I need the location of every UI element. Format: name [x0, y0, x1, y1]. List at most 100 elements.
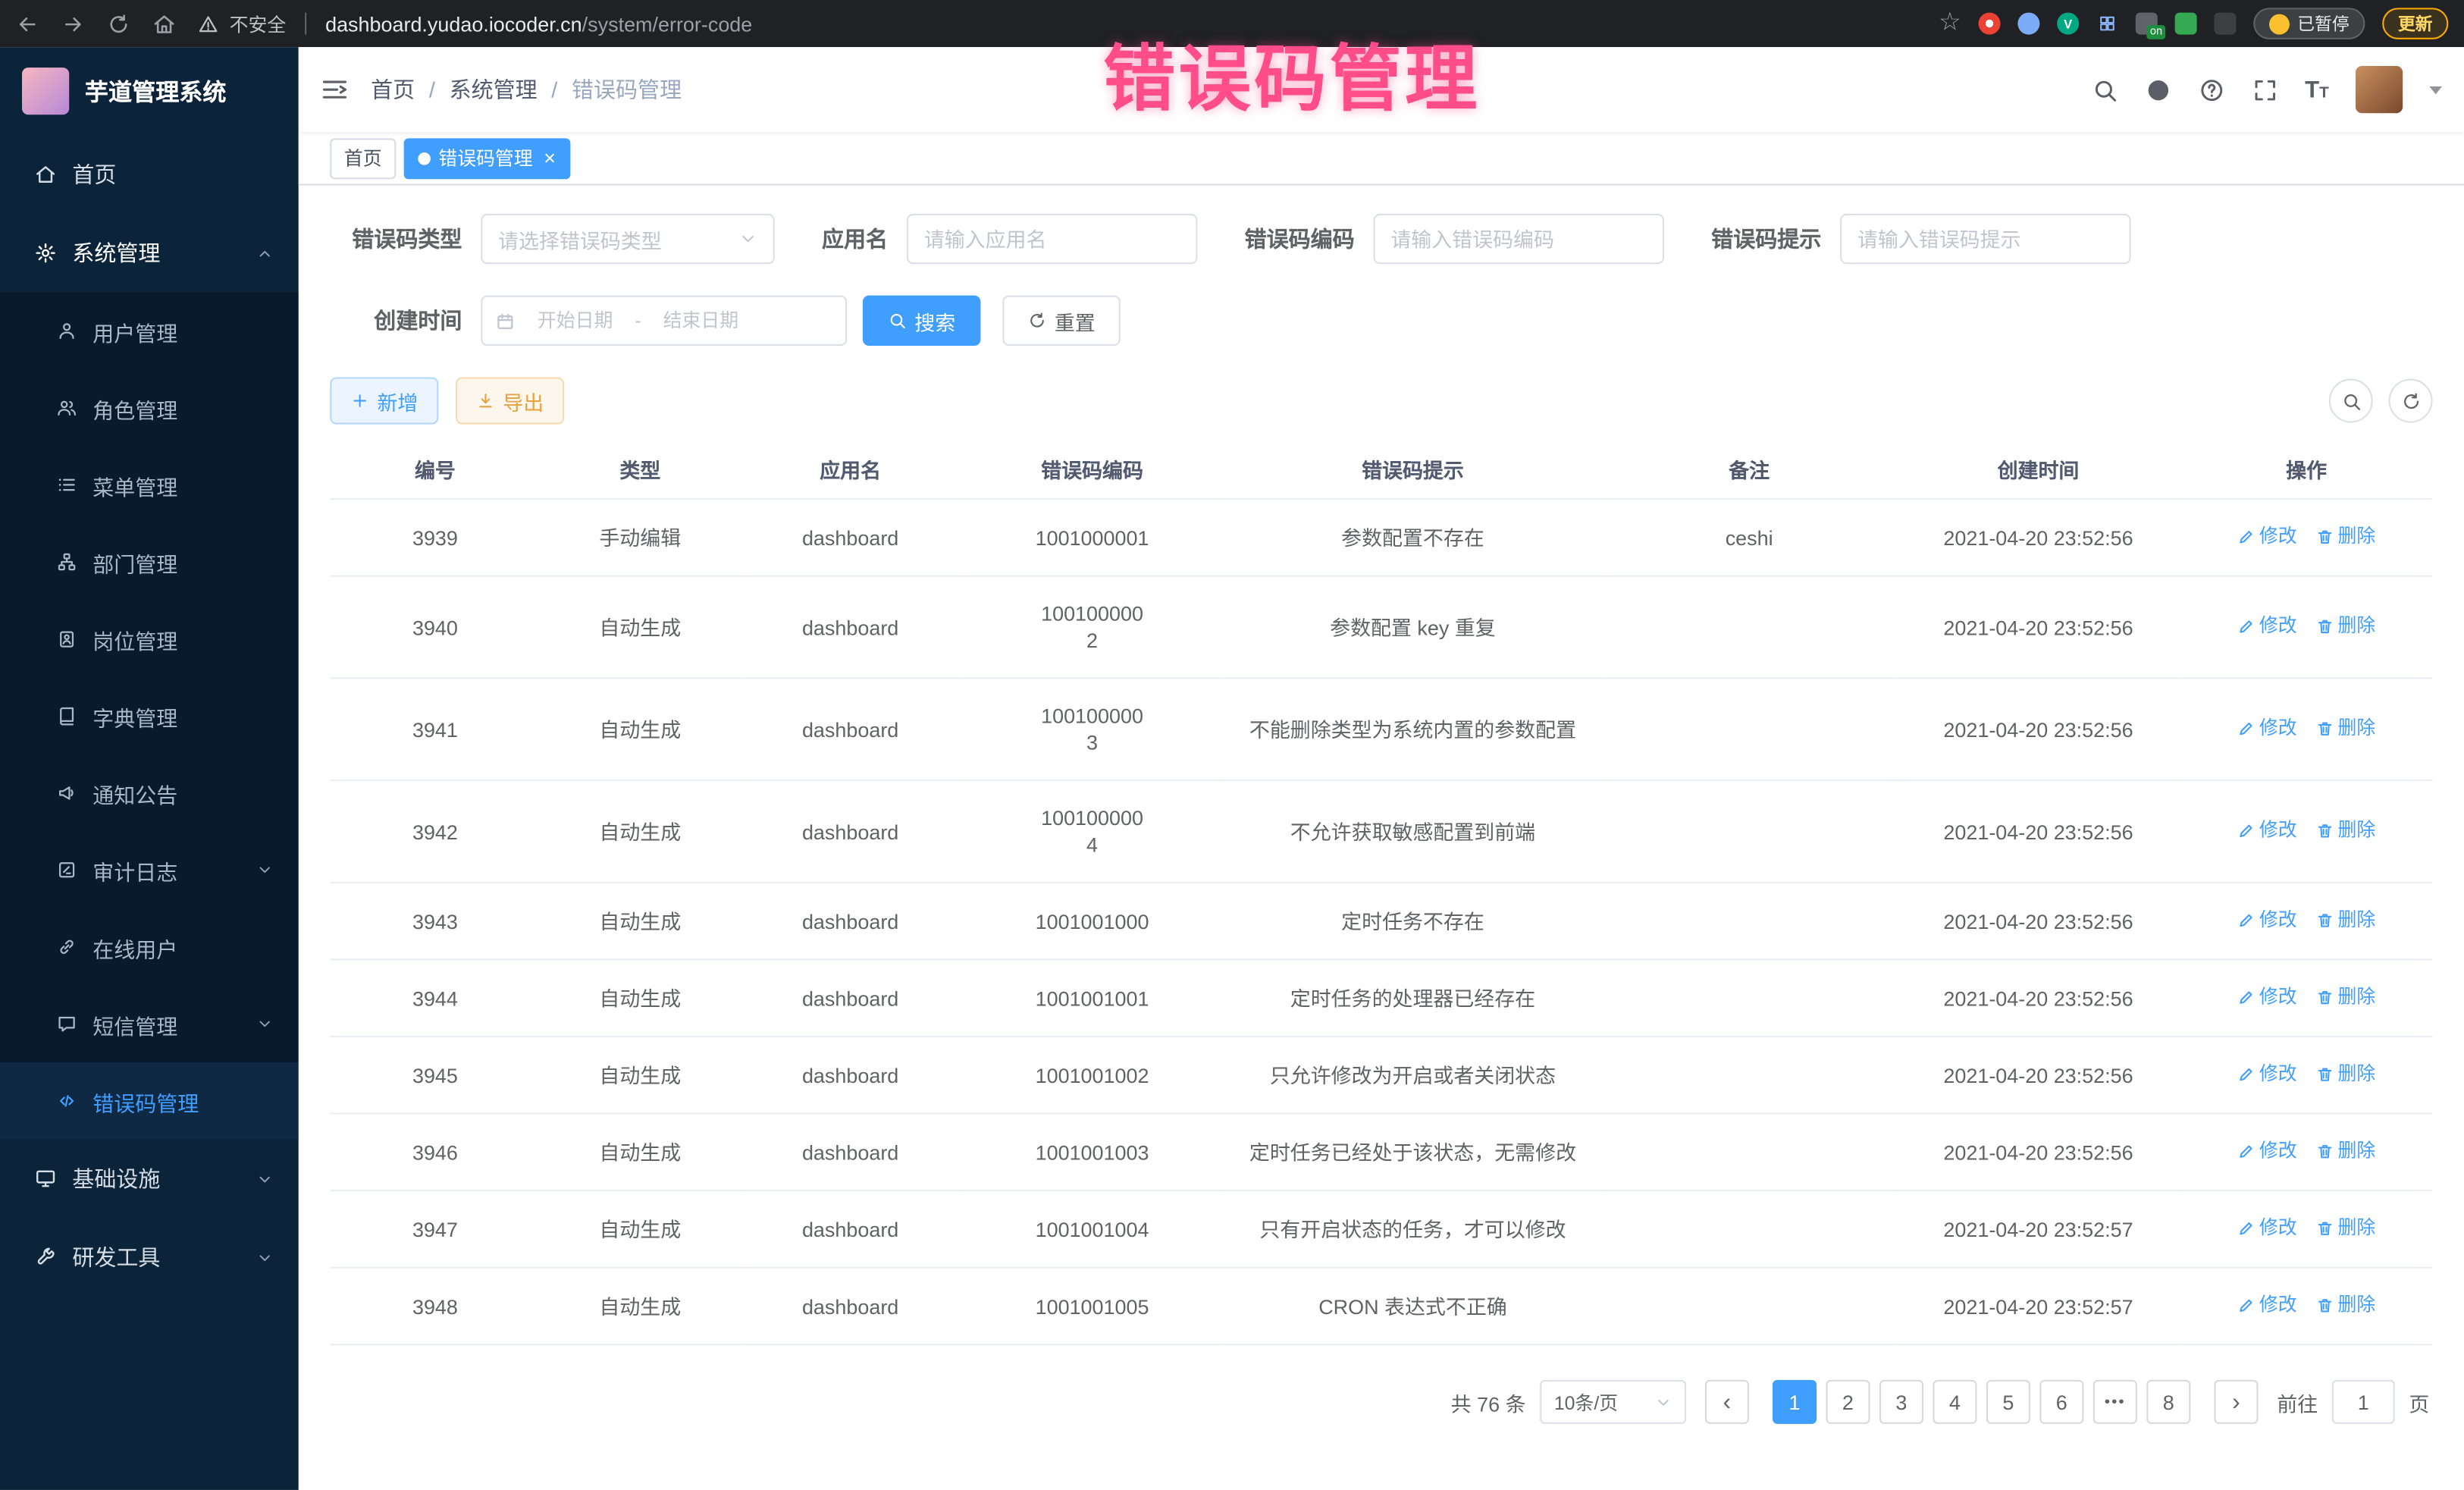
edit-link[interactable]: 修改 — [2237, 1292, 2297, 1319]
profile-paused-chip[interactable]: 已暂停 — [2253, 8, 2365, 39]
goto-page-input[interactable] — [2332, 1380, 2395, 1424]
reload-icon[interactable] — [107, 12, 130, 36]
sidebar-item-dict[interactable]: 字典管理 — [0, 677, 299, 754]
error-hint-input[interactable] — [1840, 214, 2130, 264]
extension-grid-icon[interactable] — [2096, 13, 2118, 35]
edit-link[interactable]: 修改 — [2237, 1215, 2297, 1241]
delete-link[interactable]: 删除 — [2316, 907, 2376, 933]
page-button[interactable]: 8 — [2146, 1380, 2190, 1424]
cell-actions: 修改删除 — [2180, 1190, 2433, 1268]
url-host: dashboard.yudao.iocoder.cn — [325, 12, 582, 36]
delete-link[interactable]: 删除 — [2316, 1138, 2376, 1165]
start-date-input[interactable] — [522, 308, 629, 333]
page-button[interactable]: 3 — [1879, 1380, 1923, 1424]
delete-link[interactable]: 删除 — [2316, 613, 2376, 639]
add-button[interactable]: 新增 — [330, 377, 438, 424]
extension-puzzle-icon[interactable] — [2214, 13, 2236, 35]
refresh-table-button[interactable] — [2389, 379, 2433, 423]
edit-link[interactable]: 修改 — [2237, 1061, 2297, 1087]
delete-link[interactable]: 删除 — [2316, 1215, 2376, 1241]
user-avatar[interactable] — [2356, 66, 2403, 113]
edit-link[interactable]: 修改 — [2237, 817, 2297, 844]
date-range-picker[interactable]: - — [481, 296, 847, 346]
fullscreen-icon[interactable] — [2252, 77, 2278, 103]
next-page-button[interactable]: › — [2214, 1380, 2258, 1424]
cell: ceshi — [1602, 499, 1896, 576]
breadcrumb-system[interactable]: 系统管理 — [450, 74, 538, 105]
edit-link[interactable]: 修改 — [2237, 523, 2297, 550]
pen-icon — [2237, 822, 2255, 839]
end-date-input[interactable] — [647, 308, 754, 333]
edit-link[interactable]: 修改 — [2237, 984, 2297, 1011]
error-code-input[interactable] — [1374, 214, 1664, 264]
font-size-icon[interactable]: TT — [2305, 78, 2329, 102]
reset-button[interactable]: 重置 — [1002, 296, 1120, 346]
edit-link[interactable]: 修改 — [2237, 715, 2297, 742]
breadcrumb-home[interactable]: 首页 — [371, 74, 415, 105]
tab-home[interactable]: 首页 — [330, 137, 396, 178]
bookmark-star-icon[interactable]: ☆ — [1939, 11, 1961, 36]
page-button[interactable]: 6 — [2039, 1380, 2083, 1424]
extension-dark-icon[interactable]: on — [2136, 13, 2158, 35]
sidebar-item-user[interactable]: 用户管理 — [0, 293, 299, 370]
delete-link[interactable]: 删除 — [2316, 523, 2376, 550]
security-indicator[interactable]: 不安全 — [198, 10, 286, 36]
delete-link[interactable]: 删除 — [2316, 715, 2376, 742]
delete-link[interactable]: 删除 — [2316, 817, 2376, 844]
sidebar-item-sms[interactable]: 短信管理 — [0, 986, 299, 1063]
update-button[interactable]: 更新 — [2382, 8, 2448, 39]
page-button[interactable]: 4 — [1933, 1380, 1977, 1424]
page-size-value: 10条/页 — [1554, 1388, 1618, 1415]
prev-page-button[interactable]: ‹ — [1705, 1380, 1749, 1424]
sidebar-item-audit[interactable]: 审计日志 — [0, 831, 299, 908]
page-button[interactable]: 1 — [1773, 1380, 1817, 1424]
browser-home-icon[interactable] — [152, 12, 176, 36]
extension-green-v-icon[interactable] — [2057, 13, 2079, 35]
sidebar-toggle-icon[interactable] — [321, 75, 349, 103]
toggle-search-button[interactable] — [2329, 379, 2373, 423]
address-bar[interactable]: dashboard.yudao.iocoder.cn/system/error-… — [325, 12, 752, 36]
back-icon[interactable] — [16, 12, 39, 36]
github-icon[interactable] — [2145, 77, 2171, 103]
edit-link[interactable]: 修改 — [2237, 1138, 2297, 1165]
goto-label: 前往 — [2277, 1387, 2318, 1416]
export-button[interactable]: 导出 — [456, 377, 564, 424]
sidebar-item-notice[interactable]: 通知公告 — [0, 754, 299, 832]
edit-link[interactable]: 修改 — [2237, 907, 2297, 933]
extension-red-icon[interactable] — [1979, 13, 2001, 35]
sidebar-item-post[interactable]: 岗位管理 — [0, 601, 299, 678]
sidebar-item-home[interactable]: 首页 — [0, 135, 299, 214]
sidebar-item-menu[interactable]: 菜单管理 — [0, 447, 299, 524]
page-button[interactable]: ••• — [2093, 1380, 2137, 1424]
extension-blue-icon[interactable] — [2017, 13, 2039, 35]
delete-link[interactable]: 删除 — [2316, 1292, 2376, 1319]
page-button[interactable]: 5 — [1986, 1380, 2030, 1424]
sidebar-item-dept[interactable]: 部门管理 — [0, 523, 299, 601]
sidebar-item-system[interactable]: 系统管理 — [0, 214, 299, 293]
sidebar-item-online[interactable]: 在线用户 — [0, 908, 299, 986]
forward-icon[interactable] — [61, 12, 85, 36]
trash-icon — [2316, 528, 2334, 545]
edit-link[interactable]: 修改 — [2237, 613, 2297, 639]
search-button[interactable]: 搜索 — [863, 296, 980, 346]
app-logo[interactable]: 芋道管理系统 — [0, 47, 299, 135]
help-icon[interactable] — [2198, 77, 2224, 103]
delete-link[interactable]: 删除 — [2316, 1061, 2376, 1087]
sidebar-item-devtools[interactable]: 研发工具 — [0, 1218, 299, 1297]
browser-actions: ☆ on 已暂停 更新 — [1939, 8, 2448, 39]
app-name-input[interactable] — [907, 214, 1197, 264]
tab-error-code[interactable]: 错误码管理 × — [404, 137, 570, 178]
page-size-select[interactable]: 10条/页 — [1540, 1380, 1686, 1424]
cell: 手动编辑 — [541, 499, 740, 576]
page-button[interactable]: 2 — [1826, 1380, 1870, 1424]
error-type-select[interactable]: 请选择错误码类型 — [481, 214, 775, 264]
search-icon[interactable] — [2091, 77, 2118, 103]
close-tab-icon[interactable]: × — [544, 148, 556, 168]
sidebar-item-infra[interactable]: 基础设施 — [0, 1140, 299, 1219]
sidebar-item-errorcode[interactable]: 错误码管理 — [0, 1062, 299, 1140]
sidebar-item-role[interactable]: 角色管理 — [0, 369, 299, 447]
cell: 只有开启状态的任务，才可以修改 — [1224, 1190, 1602, 1268]
delete-link[interactable]: 删除 — [2316, 984, 2376, 1011]
extension-green-icon[interactable] — [2175, 13, 2197, 35]
avatar-dropdown-caret-icon[interactable] — [2429, 86, 2442, 93]
